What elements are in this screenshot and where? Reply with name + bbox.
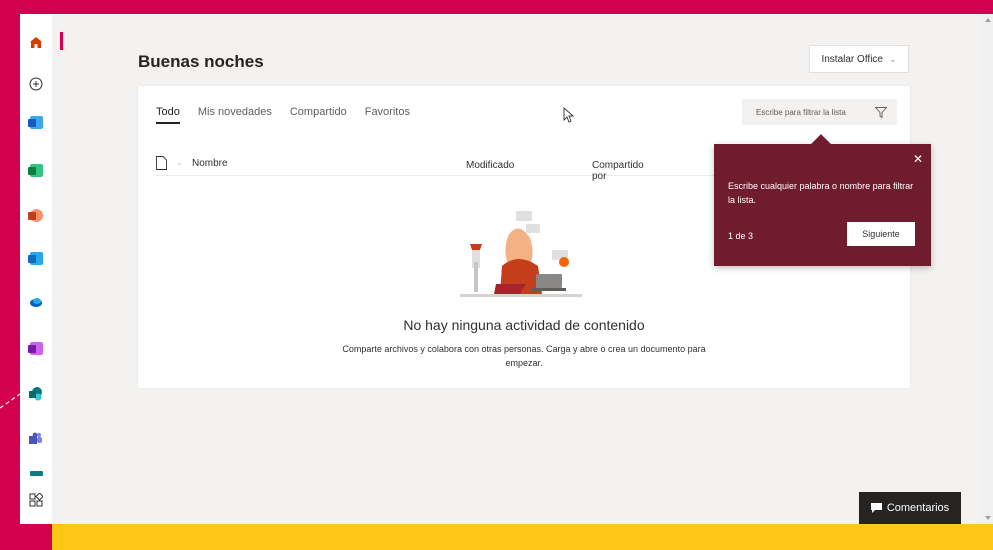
chevron-down-icon: ⌄ bbox=[470, 160, 477, 169]
tab-recent[interactable]: Mis novedades bbox=[198, 106, 272, 124]
home-icon[interactable] bbox=[20, 30, 52, 54]
all-apps-icon[interactable] bbox=[20, 488, 52, 512]
empty-state-subtitle: Comparte archivos y colabora con otras p… bbox=[342, 344, 706, 368]
teaching-bubble-message: Escribe cualquier palabra o nombre para … bbox=[728, 181, 914, 205]
filter-placeholder: Escribe para filtrar la lista bbox=[756, 107, 846, 117]
powerpoint-icon[interactable] bbox=[20, 203, 52, 227]
file-type-sort-icon[interactable]: ⌄ bbox=[176, 158, 183, 167]
dashed-line-decoration bbox=[0, 388, 22, 412]
filter-icon[interactable] bbox=[875, 106, 887, 118]
filter-list-input[interactable]: Escribe para filtrar la lista bbox=[742, 99, 897, 125]
vertical-scrollbar[interactable] bbox=[982, 14, 993, 524]
page-title: Buenas noches bbox=[138, 52, 264, 71]
onedrive-icon[interactable] bbox=[20, 290, 52, 314]
tab-all[interactable]: Todo bbox=[156, 106, 180, 124]
teaching-bubble-step: 1 de 3 bbox=[728, 231, 754, 241]
scroll-down-icon[interactable] bbox=[985, 516, 991, 520]
empty-state-title: No hay ninguna actividad de contenido bbox=[403, 317, 645, 333]
sharepoint-icon[interactable] bbox=[20, 382, 52, 406]
file-type-icon[interactable] bbox=[156, 156, 167, 173]
tab-favorites[interactable]: Favoritos bbox=[365, 106, 410, 124]
install-office-button[interactable]: Instalar Office ⌄ bbox=[809, 45, 909, 73]
scroll-up-icon[interactable] bbox=[985, 18, 991, 22]
close-icon[interactable]: ✕ bbox=[913, 152, 923, 166]
chevron-down-icon: ⌄ bbox=[888, 53, 897, 64]
create-icon[interactable] bbox=[20, 72, 52, 96]
next-button[interactable]: Siguiente bbox=[847, 222, 915, 246]
filter-tabs: Todo Mis novedades Compartido Favoritos bbox=[156, 106, 410, 124]
teams-icon[interactable] bbox=[20, 426, 52, 450]
chevron-down-icon: ⌄ bbox=[596, 160, 603, 169]
app-launcher-rail bbox=[20, 14, 52, 524]
mouse-cursor-icon bbox=[563, 106, 575, 128]
excel-icon[interactable] bbox=[20, 158, 52, 182]
tab-shared[interactable]: Compartido bbox=[290, 106, 347, 124]
file-list-header: ⌄ Nombre Modificado ⌄ Compartido por ⌄ bbox=[156, 156, 716, 182]
sway-icon[interactable] bbox=[20, 466, 52, 480]
feedback-button[interactable]: Comentarios bbox=[859, 492, 961, 524]
onenote-icon[interactable] bbox=[20, 336, 52, 360]
feedback-label: Comentarios bbox=[886, 502, 950, 514]
office-home-window: Buenas noches Instalar Office ⌄ Todo Mis… bbox=[20, 14, 993, 524]
comment-icon bbox=[870, 503, 882, 513]
outlook-icon[interactable] bbox=[20, 246, 52, 270]
overlay-banner bbox=[52, 524, 993, 550]
install-office-label: Instalar Office bbox=[821, 53, 883, 65]
word-icon[interactable] bbox=[20, 110, 52, 134]
empty-state-illustration bbox=[456, 194, 588, 306]
column-name[interactable]: Nombre bbox=[192, 158, 228, 169]
active-app-indicator bbox=[60, 32, 63, 50]
teaching-bubble: ✕ Escribe cualquier palabra o nombre par… bbox=[714, 134, 931, 266]
